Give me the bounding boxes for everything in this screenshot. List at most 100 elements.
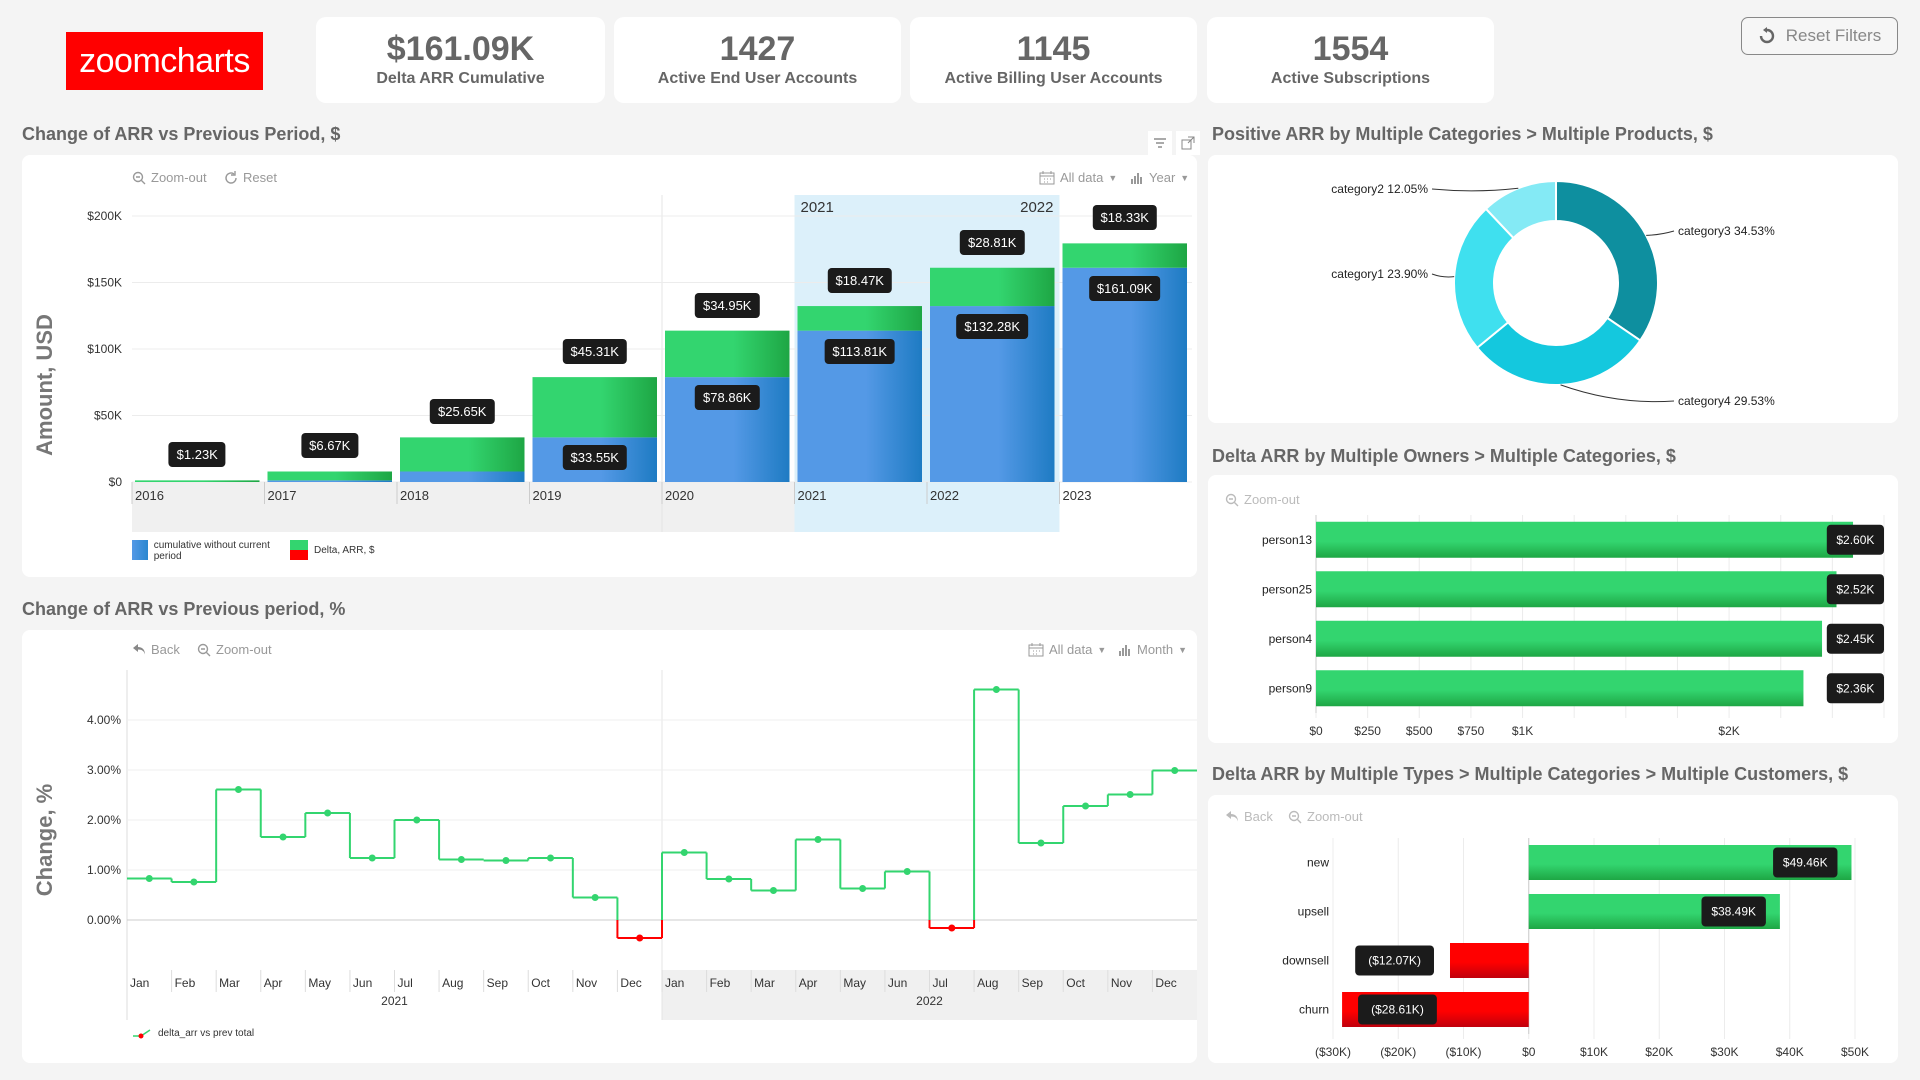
filter-icon[interactable] (1148, 131, 1172, 155)
arr-bar-chart[interactable]: 2021 2022 $0 $50K $100K $150K $200K 2016 2017 201… (22, 155, 1197, 577)
bar (1316, 571, 1837, 608)
highlight-label-start: 2021 (801, 199, 834, 216)
panel4-title: Delta ARR by Multiple Owners > Multiple … (1212, 446, 1676, 466)
category-label: downsell (1282, 954, 1329, 968)
x-group-label: 2021 (381, 994, 408, 1008)
x-tick-label: $750 (1458, 724, 1485, 738)
slice-label: category1 23.90% (1331, 267, 1428, 281)
types-bar-chart[interactable]: ($30K) ($20K) ($10K) $0 $10K $20K $30K $40K $50K… (1208, 795, 1898, 1063)
bar-delta (532, 377, 657, 438)
legend-label: delta_arr vs prev total (158, 1028, 255, 1039)
x-tick-label: ($20K) (1380, 1045, 1416, 1059)
data-label: $49.46K (1783, 856, 1828, 870)
arr-percent-line-chart[interactable]: 0.00% 1.00% 2.00% 3.00% 4.00% Jan Feb Mar Apr May… (22, 630, 1197, 1063)
y-tick-label: $200K (87, 209, 122, 223)
data-point (859, 885, 867, 892)
kpi-label: Active Billing User Accounts (944, 69, 1163, 87)
bar-delta (665, 330, 790, 378)
bar-cumulative (1062, 267, 1187, 482)
reset-filters-label: Reset Filters (1785, 26, 1882, 45)
bar (1449, 943, 1529, 978)
x-tick-label: 2023 (1063, 488, 1092, 503)
slice-leader-line (1431, 273, 1455, 278)
expand-icon[interactable] (1176, 131, 1200, 155)
x-tick-label: Aug (977, 976, 998, 990)
panel5-card: Back Zoom-out ($30K) ($20K) ($10K) $0 $10K $2… (1208, 795, 1898, 1063)
x-tick-label: May (308, 976, 331, 990)
slice-leader-line (1560, 384, 1675, 403)
category-label: person9 (1269, 681, 1313, 695)
data-point (279, 833, 287, 841)
bar-cumulative (532, 437, 657, 482)
data-point (725, 875, 733, 883)
data-point (457, 856, 465, 863)
y-tick-label: 3.00% (87, 763, 121, 777)
x-tick-label: $2K (1718, 724, 1739, 738)
y-tick-label: 1.00% (87, 863, 121, 877)
slice-leader-line (1431, 187, 1519, 192)
bar-delta (267, 471, 392, 481)
kpi-label: Active End User Accounts (657, 69, 858, 87)
data-point (814, 836, 822, 843)
legend-swatch-blue (132, 540, 148, 560)
bar-cumulative (797, 330, 922, 482)
bar-cumulative (930, 306, 1055, 482)
x-tick-label: Oct (531, 976, 550, 990)
panel2-legend[interactable]: delta_arr vs prev total (132, 1028, 254, 1039)
reset-icon (1759, 27, 1774, 44)
bar-cumulative (400, 471, 525, 482)
legend-item-delta[interactable]: Delta, ARR, $ (290, 540, 375, 560)
data-label: $38.49K (1711, 905, 1756, 919)
x-tick-label: Jan (665, 976, 684, 990)
x-tick-label: $30K (1710, 1045, 1738, 1059)
bar-delta (930, 267, 1055, 307)
x-tick-label: Oct (1066, 976, 1085, 990)
kpi-value: 1145 (1016, 30, 1091, 69)
data-label: ($12.07K) (1368, 954, 1421, 968)
x-tick-label: Mar (219, 976, 240, 990)
x-tick-label: Jul (933, 976, 948, 990)
legend-swatch-green-red (290, 540, 308, 560)
legend-label: cumulative without current period (153, 540, 270, 562)
x-tick-label: ($30K) (1315, 1045, 1351, 1059)
bar-delta (135, 480, 260, 482)
slice-label: category4 29.53% (1678, 394, 1775, 408)
data-point (1037, 839, 1045, 847)
x-tick-label: 2018 (400, 488, 429, 503)
x-tick-label: 2022 (930, 488, 959, 503)
slice-label: category3 34.53% (1678, 224, 1775, 238)
bar-delta (1062, 243, 1187, 268)
data-label: $2.60K (1836, 533, 1874, 547)
panel5-title: Delta ARR by Multiple Types > Multiple C… (1212, 764, 1849, 784)
owners-bar-chart[interactable]: $0 $250 $500 $750 $1K $2K person13 $2.60K person… (1208, 475, 1898, 743)
x-axis-band (132, 482, 795, 532)
data-point (591, 894, 599, 901)
legend-item-cumulative[interactable]: cumulative without current period (132, 540, 282, 562)
data-label: ($28.61K) (1371, 1003, 1424, 1017)
bar-delta (797, 306, 922, 331)
category-label: upsell (1298, 905, 1329, 919)
data-point (413, 816, 421, 824)
data-point (1126, 791, 1134, 798)
bar-cumulative (665, 377, 790, 482)
x-tick-label: Sep (487, 976, 509, 990)
data-point (145, 875, 153, 882)
x-tick-label: $250 (1354, 724, 1381, 738)
legend-label: Delta, ARR, $ (314, 544, 375, 556)
reset-filters-button[interactable]: Reset Filters (1741, 17, 1898, 55)
kpi-value: 1554 (1312, 30, 1389, 69)
y-tick-label: 0.00% (87, 913, 121, 927)
x-tick-label: Feb (175, 976, 196, 990)
slice-label: category2 12.05% (1331, 182, 1428, 196)
x-tick-label: Nov (576, 976, 597, 990)
panel3-card: category3 34.53% category4 29.53% category… (1208, 155, 1898, 423)
data-label: $2.45K (1836, 632, 1874, 646)
category-donut-chart[interactable]: category3 34.53% category4 29.53% category… (1208, 155, 1898, 423)
data-point (636, 934, 644, 942)
bar-delta (400, 437, 525, 472)
x-tick-label: $0 (1309, 724, 1323, 738)
bar (1316, 521, 1854, 558)
y-tick-label: $100K (87, 342, 122, 356)
kpi-value: 1427 (719, 30, 796, 69)
data-point (1171, 767, 1179, 774)
